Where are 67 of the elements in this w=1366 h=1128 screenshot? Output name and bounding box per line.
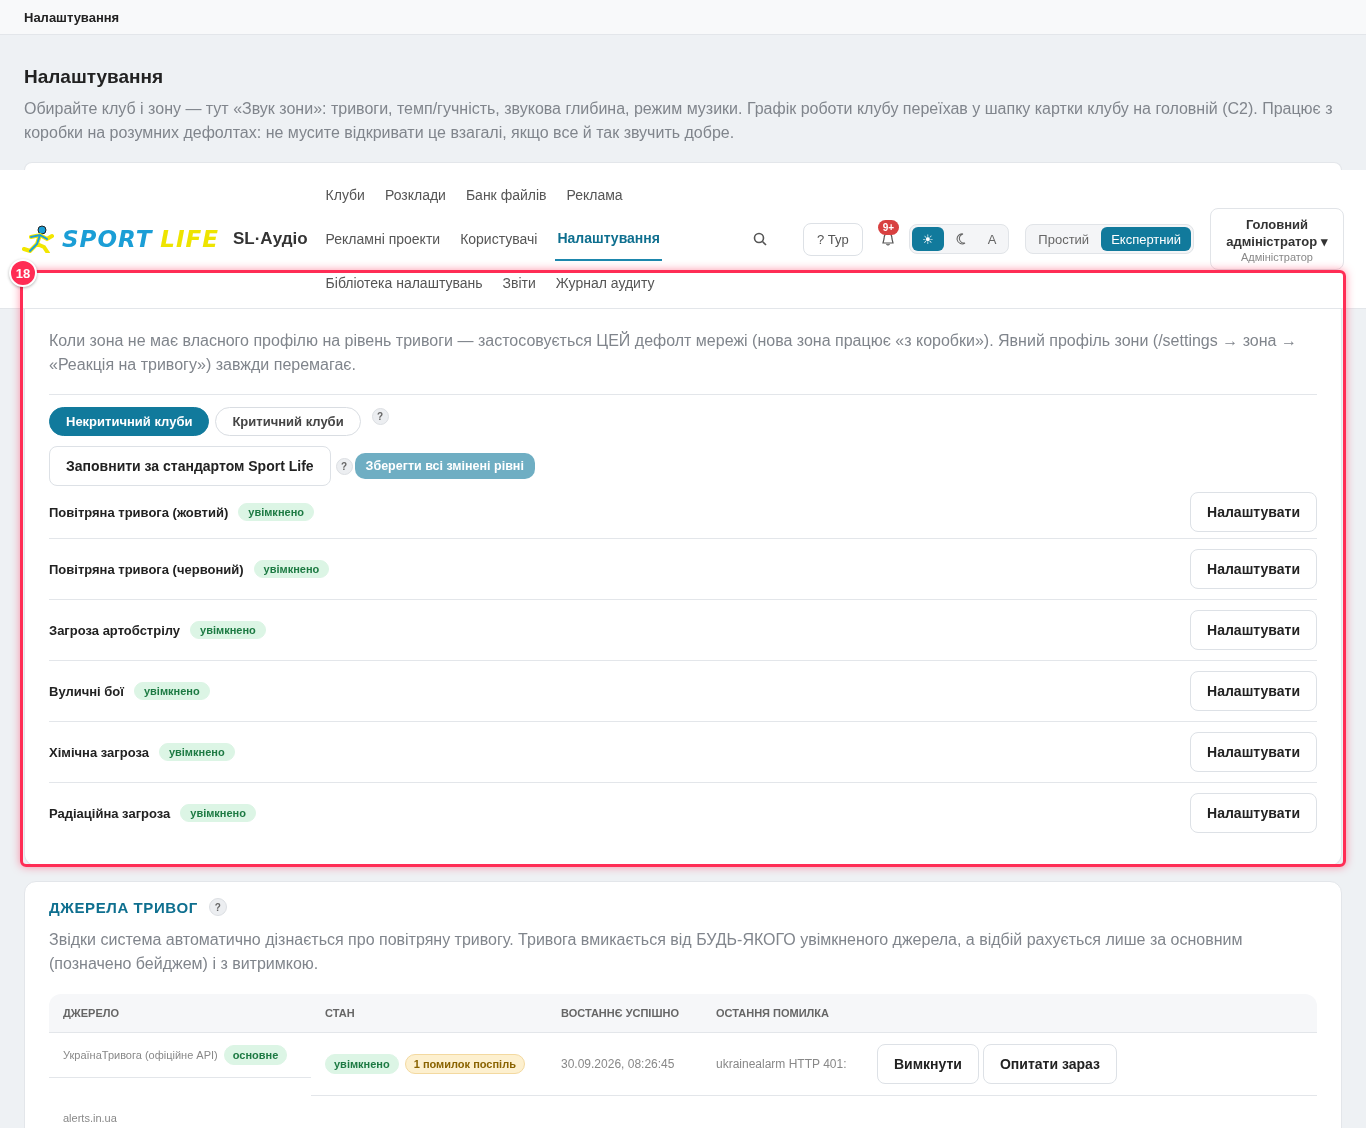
mode-option[interactable]: Експертний: [1101, 227, 1191, 251]
configure-button[interactable]: Налаштувати: [1190, 732, 1317, 772]
nav-link[interactable]: Користувачі: [450, 217, 548, 261]
status-badge: увімкнено: [180, 804, 256, 822]
app-name: SL·Аудіо: [233, 229, 308, 249]
row-action-button[interactable]: Вимкнути: [877, 1044, 979, 1084]
fill-defaults-button[interactable]: Заповнити за стандартом Sport Life: [49, 446, 331, 486]
table-cell: 30.09.2026, 08:26:45: [561, 1057, 675, 1071]
alert-level-name: Повітряна тривога (жовтий): [49, 504, 229, 520]
column-header: ОСТАННЯ ПОМИЛКА: [702, 994, 865, 1033]
section-title: ДЖЕРЕЛА ТРИВОГ: [49, 898, 198, 916]
configure-button[interactable]: Налаштувати: [1190, 793, 1317, 833]
help-icon[interactable]: ?: [371, 408, 389, 425]
tour-button[interactable]: ? Тур: [803, 222, 863, 256]
card-description: Коли зона не має власного профілю на рівень тривоги — застосовується ЦЕЙ дефолт мережі (нова зона працює «з коробки»). Явний профіль зони (/settings → зона → «Реакція на тривогу») завжди перемагає.: [49, 329, 1317, 395]
runner-icon: [22, 225, 54, 253]
status-badge: увімкнено: [158, 743, 235, 761]
breadcrumb-title: Налаштування: [23, 9, 121, 25]
nav-link[interactable]: Розклади: [374, 173, 456, 217]
alert-level-name: Вуличні бої: [49, 683, 124, 699]
club-type-tab[interactable]: Некритичний клуби: [49, 407, 210, 436]
nav-link[interactable]: Бібліотека налаштувань: [325, 261, 493, 305]
table-cell: ukrainealarm HTTP 401:: [716, 1057, 847, 1071]
nav-link[interactable]: Реклама: [556, 173, 633, 217]
mode-option[interactable]: Простий: [1028, 227, 1100, 251]
page-heading: Налаштування: [24, 66, 165, 88]
status-badge: увімкнено: [238, 503, 314, 521]
alert-level-name: Повітряна тривога (червоний): [49, 561, 244, 577]
moon-icon: [955, 233, 966, 245]
section-description: Звідки система автоматично дізнається про повітряну тривогу. Тривога вмикається від БУДЬ-ЯКОГО увімкненого джерела, а відбій рахується лише за основним (позначено бейджем) і з витримкою.: [49, 930, 1244, 974]
search-icon[interactable]: [753, 232, 768, 246]
row-action-button[interactable]: Опитати зараз: [982, 1044, 1117, 1084]
logo-text: SPORT: [62, 226, 153, 252]
user-menu[interactable]: Головний адміністратор ▾ Адміністратор: [1210, 208, 1344, 270]
bell-icon[interactable]: [881, 232, 894, 246]
status-badge: увімкнено: [190, 621, 266, 639]
page-description: Обирайте клуб і зону — тут «Звук зони»: тривоги, темп/гучність, звукова глибина, режим музики. Графік роботи клубу переїхав у шапку картки клубу на головній (C2). Працює з коробки на розумних дефолтах: не мусите відкривати це взагалі, якщо все й так звучить добре.: [24, 99, 1334, 143]
alert-level-name: Загроза артобстрілу: [49, 622, 181, 638]
notification-badge: 9+: [877, 220, 900, 235]
source-name: УкраїнаТривога (офіційне API): [63, 1049, 218, 1061]
nav-link[interactable]: Рекламні проекти: [325, 217, 451, 261]
help-icon[interactable]: ?: [208, 898, 227, 916]
status-badge: основне: [223, 1045, 288, 1065]
logo-text: LIFE: [160, 226, 219, 252]
nav-link[interactable]: Налаштування: [555, 217, 662, 261]
nav-link[interactable]: Клуби: [325, 173, 375, 217]
status-badge: увімкнено: [253, 560, 330, 578]
configure-button[interactable]: Налаштувати: [1190, 549, 1317, 589]
column-header: СТАН: [311, 994, 547, 1033]
column-header: ДЖЕРЕЛО: [49, 994, 311, 1033]
nav-link[interactable]: Банк файлів: [455, 173, 557, 217]
alert-level-name: Радіаційна загроза: [49, 805, 171, 821]
configure-button[interactable]: Налаштувати: [1190, 671, 1317, 711]
configure-button[interactable]: Налаштувати: [1190, 610, 1317, 650]
theme-option[interactable]: ☀: [911, 227, 944, 251]
status-badge: увімкнено: [133, 682, 210, 700]
configure-button[interactable]: Налаштувати: [1190, 492, 1317, 532]
theme-option[interactable]: A: [977, 227, 1007, 251]
club-type-tab[interactable]: Критичний клуби: [215, 407, 361, 436]
alert-level-name: Хімічна загроза: [49, 744, 149, 760]
nav-link[interactable]: Звіти: [492, 261, 546, 305]
status-badge: 1 помилок поспіль: [404, 1054, 525, 1074]
status-badge: увімкнено: [325, 1054, 399, 1074]
nav-link[interactable]: Журнал аудиту: [545, 261, 665, 305]
column-header: ВОСТАННЄ УСПІШНО: [547, 994, 702, 1033]
source-name: alerts.in.ua: [63, 1112, 117, 1124]
help-icon[interactable]: ?: [335, 457, 353, 475]
